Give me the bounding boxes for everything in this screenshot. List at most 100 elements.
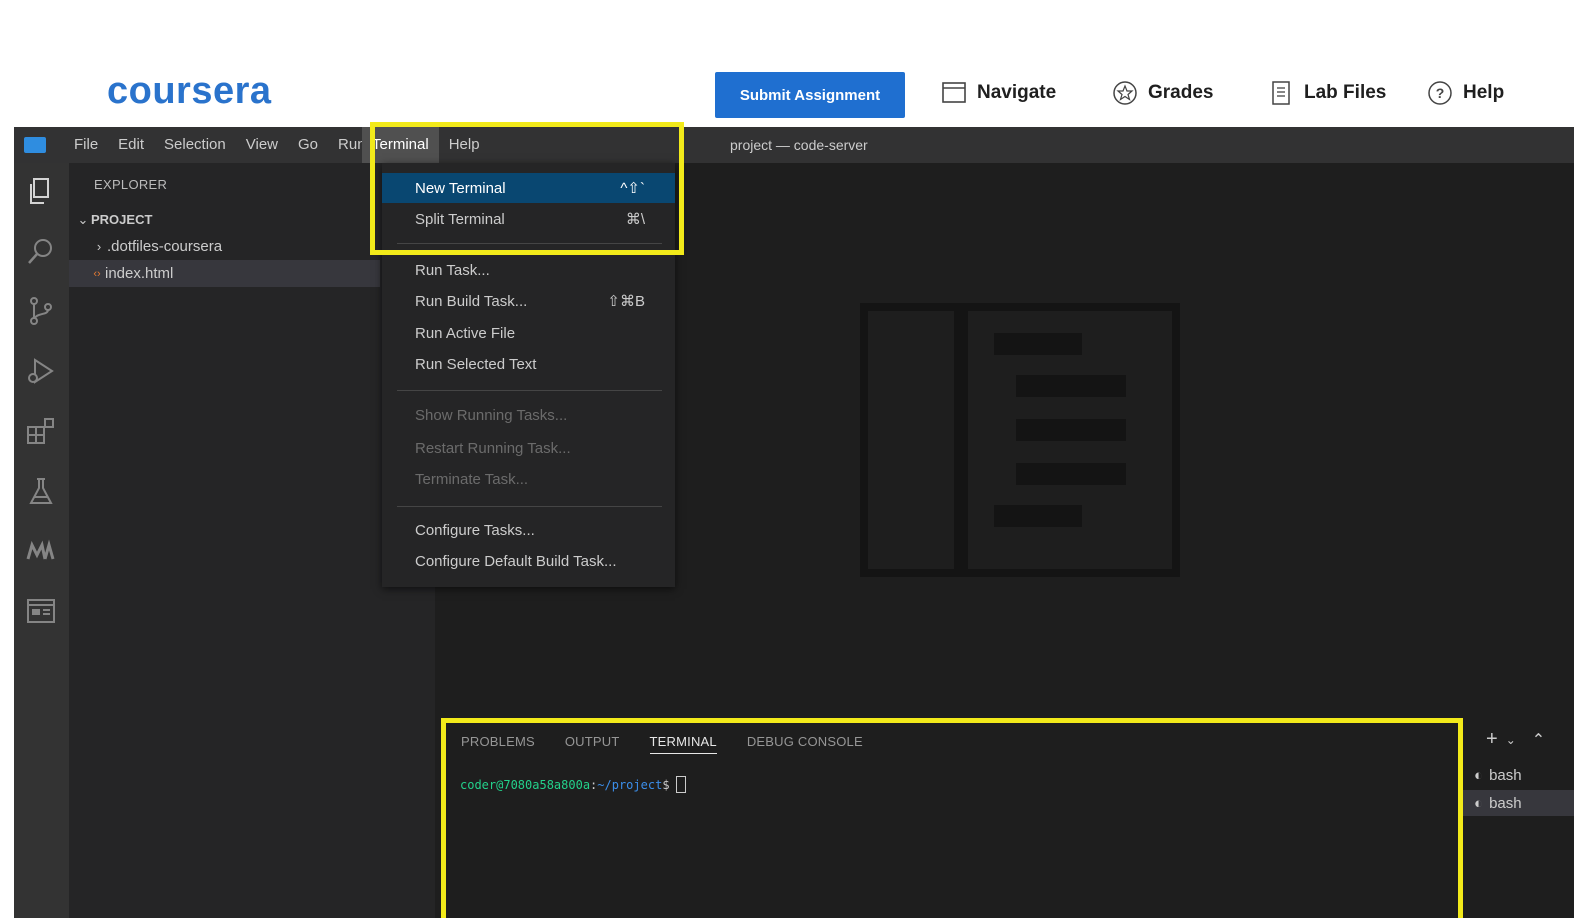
menu-item-restart-running-task: Restart Running Task... [382,433,675,463]
navigate-label: Navigate [977,82,1057,103]
menu-item-run-task[interactable]: Run Task... [382,255,675,285]
menu-item-label: Terminate Task... [415,470,529,488]
tree-item-dotfiles[interactable]: › .dotfiles-coursera [69,233,380,260]
menu-item-label: Run Build Task... [415,292,528,310]
chevron-right-icon: › [96,239,102,254]
source-control-icon[interactable] [25,295,57,327]
menu-view[interactable]: View [236,127,288,163]
explorer-title: EXPLORER [94,177,168,192]
menu-item-show-running-tasks: Show Running Tasks... [382,400,675,430]
grades-label: Grades [1148,82,1214,103]
chevron-down-icon: ⌄ [77,211,89,227]
tree-item-index-html[interactable]: ‹› index.html [69,260,380,287]
lab-files-label: Lab Files [1304,82,1387,103]
terminal-shell-icon: ◐ [1474,766,1484,784]
search-icon[interactable] [25,235,57,267]
prompt-separator: : [590,777,598,792]
menu-item-run-build-task[interactable]: Run Build Task... ⇧⌘B [382,286,675,316]
grades-link[interactable]: Grades [1112,80,1213,106]
submit-assignment-button[interactable]: Submit Assignment [715,72,905,118]
menu-item-shortcut: ⌘\ [625,211,645,228]
tab-terminal[interactable]: TERMINAL [649,734,717,754]
menu-item-label: Configure Tasks... [415,521,535,539]
menu-item-shortcut: ^⇧` [620,180,645,197]
vscode-logo-icon[interactable] [24,137,46,153]
terminal-actions: + ⌄ ⌃ [1486,728,1545,751]
tree-item-label: .dotfiles-coursera [107,238,223,255]
run-debug-icon[interactable] [25,355,57,387]
menu-separator [397,243,662,244]
terminal-instance-2[interactable]: ◐ bash [1462,790,1574,816]
prompt-dollar: $ [662,777,670,792]
terminal-menu-dropdown: New Terminal ^⇧` Split Terminal ⌘\ Run T… [382,163,675,587]
terminal-shell-icon: ◐ [1474,794,1484,812]
navigate-link[interactable]: Navigate [941,80,1056,106]
tree-item-label: index.html [105,265,174,282]
terminal-instance-1[interactable]: ◐ bash [1462,762,1574,788]
terminal-instance-label: bash [1489,766,1522,784]
code-server-watermark-icon [860,303,1180,577]
explorer-icon[interactable] [25,175,57,207]
menu-selection[interactable]: Selection [154,127,236,163]
coursera-logo[interactable]: coursera [107,70,272,113]
help-link[interactable]: ? Help [1427,80,1504,106]
maximize-panel-chevron-up-icon[interactable]: ⌃ [1532,730,1545,750]
menu-item-label: Configure Default Build Task... [415,552,617,570]
menu-go[interactable]: Go [288,127,328,163]
testing-flask-icon[interactable] [25,475,57,507]
svg-text:?: ? [1436,85,1445,101]
window-title: project — code-server [730,137,868,153]
help-label: Help [1463,82,1505,103]
extensions-icon[interactable] [25,415,57,447]
project-folder-row[interactable]: ⌄ PROJECT [69,206,380,233]
menu-item-label: Restart Running Task... [415,439,571,457]
menu-item-run-selected-text[interactable]: Run Selected Text [382,349,675,379]
menu-item-label: Run Active File [415,324,516,342]
terminal-instance-label: bash [1489,794,1522,812]
menu-edit[interactable]: Edit [108,127,154,163]
menu-item-label: Run Task... [415,261,490,279]
menu-separator [397,390,662,391]
page: coursera Submit Assignment Navigate Grad… [0,0,1574,918]
menu-file[interactable]: File [64,127,108,163]
menu-bar: File Edit Selection View Go Run Terminal… [14,127,1574,163]
star-badge-icon [1113,81,1137,105]
tab-debug-console[interactable]: DEBUG CONSOLE [747,734,863,754]
tab-output[interactable]: OUTPUT [565,734,620,754]
menu-item-terminate-task: Terminate Task... [382,464,675,494]
terminal-cursor [675,776,686,793]
document-icon [1272,81,1290,105]
coursera-header: coursera Submit Assignment Navigate Grad… [0,0,1574,127]
terminal-list: + ⌄ ⌃ ◐ bash ◐ bash [1462,718,1574,918]
menu-item-run-active-file[interactable]: Run Active File [382,318,675,348]
chevron-down-icon[interactable]: ⌄ [1506,733,1516,747]
tab-problems[interactable]: PROBLEMS [461,734,535,754]
prompt-user: coder@7080a58a800a [460,777,591,792]
menu-item-configure-tasks[interactable]: Configure Tasks... [382,515,675,545]
menu-item-label: Split Terminal [415,210,505,228]
html-file-icon: ‹› [93,267,101,280]
new-terminal-plus-icon[interactable]: + [1486,728,1498,751]
project-label: PROJECT [91,212,153,227]
menu-item-configure-default-build-task[interactable]: Configure Default Build Task... [382,546,675,576]
lab-files-link[interactable]: Lab Files [1268,80,1386,106]
markdown-icon[interactable] [25,535,57,567]
menu-item-split-terminal[interactable]: Split Terminal ⌘\ [382,204,675,234]
menu-item-label: Run Selected Text [415,355,537,373]
activity-bar [14,163,69,918]
menu-item-new-terminal[interactable]: New Terminal ^⇧` [382,173,675,203]
menu-item-shortcut: ⇧⌘B [607,293,645,310]
menu-help[interactable]: Help [439,127,490,163]
menu-item-label: New Terminal [415,179,506,197]
panel-tabs: PROBLEMS OUTPUT TERMINAL DEBUG CONSOLE [461,734,863,754]
menu-item-label: Show Running Tasks... [415,406,568,424]
preview-panel-icon[interactable] [25,595,57,627]
question-icon: ? [1428,81,1452,105]
menu-run[interactable]: Run [328,127,362,163]
explorer-sidebar: EXPLORER ⌄ PROJECT › .dotfiles-coursera … [69,163,435,918]
bottom-panel: PROBLEMS OUTPUT TERMINAL DEBUG CONSOLE c… [435,718,1574,918]
menu-terminal[interactable]: Terminal [362,127,439,163]
terminal-prompt[interactable]: coder@7080a58a800a: ~/project $ [460,776,686,793]
menu-separator [397,506,662,507]
prompt-path: ~/project [597,777,663,792]
